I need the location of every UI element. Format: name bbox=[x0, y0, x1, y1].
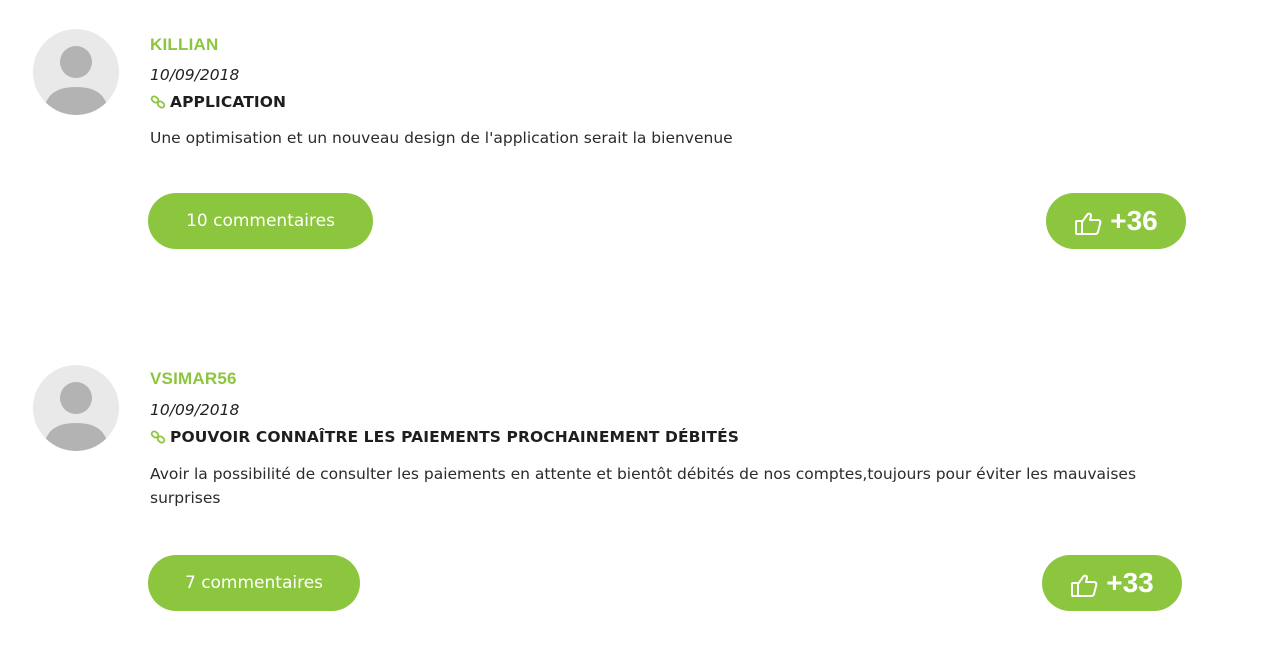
vote-button[interactable]: +33 bbox=[1042, 555, 1182, 611]
avatar bbox=[33, 29, 119, 115]
post-title-row[interactable]: APPLICATION bbox=[150, 93, 286, 111]
vote-count: +33 bbox=[1106, 567, 1154, 598]
post-body: Avoir la possibilité de consulter les pa… bbox=[150, 465, 1137, 507]
thumbs-up-icon bbox=[1070, 572, 1098, 598]
comments-button[interactable]: 10 commentaires bbox=[148, 193, 373, 249]
author-name[interactable]: KILLIAN bbox=[150, 35, 218, 55]
link-icon bbox=[150, 94, 166, 110]
post-title-row[interactable]: POUVOIR CONNAÎTRE LES PAIEMENTS PROCHAIN… bbox=[150, 428, 739, 446]
author-name[interactable]: VSIMAR56 bbox=[150, 369, 237, 389]
post-date: 10/09/2018 bbox=[150, 401, 240, 419]
post-body: Une optimisation et un nouveau design de… bbox=[150, 129, 733, 147]
vote-button[interactable]: +36 bbox=[1046, 193, 1186, 249]
post-title[interactable]: POUVOIR CONNAÎTRE LES PAIEMENTS PROCHAIN… bbox=[170, 428, 739, 446]
user-placeholder-icon bbox=[44, 46, 108, 115]
user-placeholder-icon bbox=[44, 382, 108, 451]
thumbs-up-icon bbox=[1074, 210, 1102, 236]
post-date: 10/09/2018 bbox=[150, 66, 240, 84]
link-icon bbox=[150, 429, 166, 445]
vote-count: +36 bbox=[1110, 205, 1158, 236]
comments-button-label: 10 commentaires bbox=[186, 211, 335, 231]
post-title[interactable]: APPLICATION bbox=[170, 93, 286, 111]
comments-button[interactable]: 7 commentaires bbox=[148, 555, 360, 611]
comments-button-label: 7 commentaires bbox=[184, 573, 324, 593]
avatar bbox=[33, 365, 119, 451]
